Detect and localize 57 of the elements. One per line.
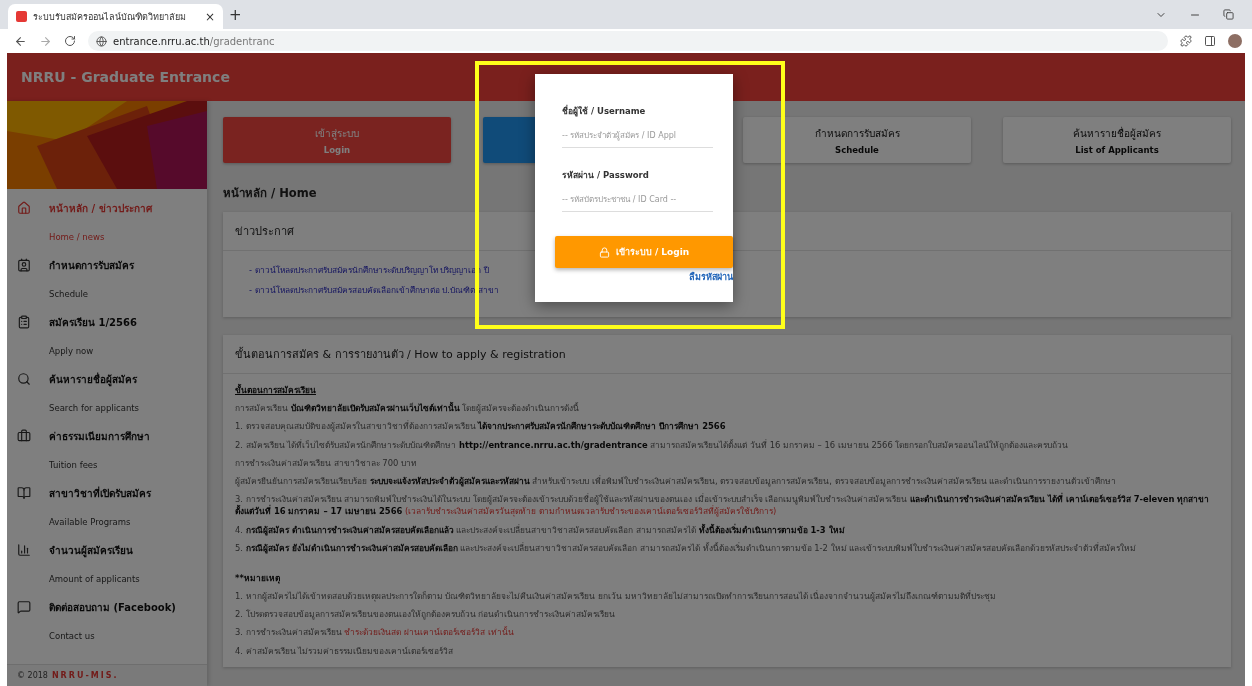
instruction-text: 5. กรณีผู้สมัคร ยังไม่ดำเนินการชำระเงินค่าสมัครสอบคัดเลือก และประสงค์จะเปลี่ยนสาขาวิชาสมัครสอบคัดเลือก สามารถสมัครได้ ทั้งนี้ต้องเริ่มดำเนินการตามข้อ 1-2 ใหม่ และเข้าระบบพิมพ์ใบชำระเงินค่าสมัครสอบคัดเลือกด้วยรหัสประจำตัวที่สมัครใหม่ [235, 541, 1138, 554]
field-label: ชื่อผู้ใช้ / Username [562, 104, 647, 118]
instruction-text: 1. หากผู้สมัครไม่ได้เข้าทดสอบด้วยเหตุผลประการใดก็ตาม บัณฑิตวิทยาลัยจะไม่คืนเงินค่าสมัครเรียน ยกเว้น มหาวิทยาลัยไม่สามารถเปิดทำการเรียนการสอนได้ เนื่องจากจำนวนผู้สมัครไม่ถึงเกณฑ์ตามมติที่ประชุม [235, 590, 998, 603]
card-title: ขั้นตอนการสมัคร & การรายงานตัว / How to apply & registration [223, 335, 1231, 374]
bar-chart-icon [17, 543, 31, 557]
sidebar-item[interactable]: จำนวนผู้สมัครเรียน Amount of applicants [7, 537, 207, 594]
forgot-password-link[interactable]: ลืมรหัสผ่าน [689, 270, 733, 284]
forward-icon[interactable] [39, 34, 52, 48]
chat-bubble-icon [17, 600, 31, 614]
profile-avatar[interactable] [1228, 34, 1242, 48]
back-icon[interactable] [14, 34, 27, 48]
instruction-text: 4. ค่าสมัครเรียน ไม่รวมค่าธรรมเนียมของเคาน์เตอร์เซอร์วิส [235, 644, 455, 657]
nav-button[interactable]: ค้นหารายชื่อผู้สมัคร List of Applicants [1003, 117, 1231, 163]
address-bar[interactable]: entrance.nrru.ac.th/gradentranc [88, 31, 1168, 51]
clipboard-icon [17, 315, 31, 329]
home-icon [17, 201, 31, 215]
side-panel-icon[interactable] [1204, 35, 1216, 47]
instruction-text: ขั้นตอนการสมัครเรียน [235, 384, 317, 397]
site-favicon-icon [16, 11, 27, 22]
instruction-text: การชำระเงินค่าสมัครเรียน สาขาวิชาละ 700 บาท [235, 456, 418, 469]
field-label: รหัสผ่าน / Password [562, 169, 650, 182]
book-icon [17, 486, 31, 500]
search-icon [17, 372, 31, 386]
instruction-text: 3. การชำระเงินค่าสมัครเรียน สามารถพิมพ์ใบชำระเงินได้ในระบบ โดยผู้สมัครจะต้องเข้าระบบด้วยชื่อผู้ใช้และรหัสผ่านของตนเอง เมื่อเข้าระบบสำเร็จ เลือกเมนูพิมพ์ใบชำระเงินค่าสมัครเรียน และดำเนินการชำระเงินค่าสมัครเรียน ได้ที่ เคาน์เตอร์เซอร์วิส 7-eleven ทุกสาขา ตั้งแต่วันที่ 16 มกราคม – 17 เมษายน 2566 (เวลารับชำระเงินค่าสมัครวันสุดท้าย ตามกำหนดเวลารับชำระของเคาน์เตอร์เซอร์วิสที่ผู้สมัครใช้บริการ) [235, 493, 1211, 518]
instruction-text: การสมัครเรียน บัณฑิตวิทยาลัยเปิดรับสมัครผ่านเว็บไซต์เท่านั้น โดยผู้สมัครจะต้องดำเนินการดังนี้ [235, 402, 581, 415]
sidebar-item[interactable]: ค่าธรรมเนียมการศึกษา Tuition fees [7, 423, 207, 480]
restore-icon[interactable] [1223, 8, 1234, 20]
sidebar-item[interactable]: สมัครเรียน 1/2566 Apply now [7, 309, 207, 366]
globe-icon [96, 35, 107, 47]
sidebar-item[interactable]: สาขาวิชาที่เปิดรับสมัคร Available Programs [7, 480, 207, 537]
nav-button[interactable]: เข้าสู่ระบบ Login [223, 117, 451, 163]
sidebar-item[interactable]: กำหนดการรับสมัคร Schedule [7, 252, 207, 309]
instruction-text: 2. สมัครเรียน ได้ที่เว็บไซต์รับสมัครนักศึกษาระดับบัณฑิตศึกษา http://entrance.nrru.ac.th/gradentrance สามารถสมัครเรียนได้ตั้งแต่ วันที่ 16 มกราคม – 16 เมษายน 2566 โดยกรอกใบสมัครออนไลน์ให้ถูกต้องและครบถ้วน [235, 438, 1070, 451]
site-title: NRRU - Graduate Entrance [21, 69, 230, 85]
copyright-text: © 2018 [17, 671, 48, 680]
instruction-text: 1. ตรวจสอบคุณสมบัติของผู้สมัครในสาขาวิชาที่ต้องการสมัครเรียน ได้จากประกาศรับสมัครนักศึกษาระดับบัณฑิตศึกษา ปีการศึกษา 2566 [235, 420, 727, 433]
sidebar-item[interactable]: ติดต่อสอบถาม (Facebook) Contact us [7, 594, 207, 651]
news-link[interactable]: - ดาวน์โหลดประกาศรับสมัครสอบคัดเลือกเข้าศึกษาต่อ ป.บัณฑิต สาขา [249, 283, 499, 297]
instruction-text: 3. การชำระเงินค่าสมัครเรียน ชำระด้วยเงินสด ผ่านเคาน์เตอร์เซอร์วิส เท่านั้น [235, 626, 515, 639]
sidebar-item[interactable]: หน้าหลัก / ข่าวประกาศ Home / news [7, 195, 207, 252]
nav-button[interactable]: กำหนดการรับสมัคร Schedule [743, 117, 971, 163]
instruction-text: **หมายเหตุ [235, 571, 281, 585]
browser-tab[interactable]: ระบบรับสมัครออนไลน์บัณฑิตวิทยาลัยม × [8, 4, 223, 29]
briefcase-icon [17, 429, 31, 443]
footer-brand: NRRU-MIS. [51, 671, 119, 680]
lock-icon [598, 246, 610, 258]
breadcrumb: หน้าหลัก / Home [223, 185, 317, 202]
reload-icon[interactable] [64, 35, 76, 47]
instruction-text: 4. กรณีผู้สมัคร ดำเนินการชำระเงินค่าสมัครสอบคัดเลือกแล้ว และประสงค์จะเปลี่ยนสาขาวิชาสมัครสอบคัดเลือก สามารถสมัครได้ ทั้งนี้ต้องเริ่มดำเนินการตามข้อ 1-3 ใหม่ [235, 523, 846, 536]
new-tab-button[interactable]: + [229, 5, 242, 24]
sidebar-item[interactable]: ค้นหารายชื่อผู้สมัคร Search for applicants [7, 366, 207, 423]
instruction-text: 2. โปรดตรวจสอบข้อมูลการสมัครเรียนของตนเองให้ถูกต้องครบถ้วน ก่อนดำเนินการชำระเงินค่าสมัครเรียน [235, 608, 617, 621]
extensions-icon[interactable] [1180, 35, 1192, 47]
tab-title: ระบบรับสมัครออนไลน์บัณฑิตวิทยาลัยม [33, 10, 187, 24]
tab-close-button[interactable]: × [204, 9, 215, 24]
calendar-person-icon [17, 258, 31, 272]
instruction-text: ผู้สมัครยืนยันการสมัครเรียนเรียบร้อย ระบบจะแจ้งรหัสประจำตัวผู้สมัครและรหัสผ่าน สำหรับเข้าระบบ เพื่อพิมพ์ใบชำระเงินค่าสมัครเรียน, ตรวจสอบข้อมูลการสมัครเรียน, ตรวจสอบข้อมูลการชำระเงินค่าสมัครเรียน และดำเนินการรายงานตัวเข้าศึกษา [235, 474, 1118, 488]
